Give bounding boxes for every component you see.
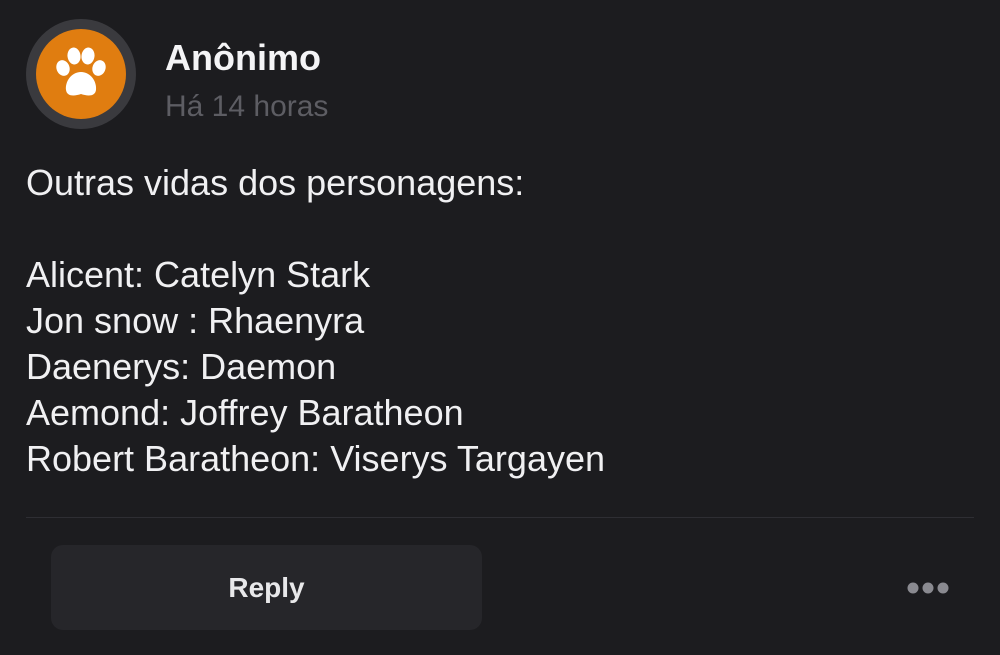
divider [26, 517, 974, 518]
avatar[interactable] [26, 19, 136, 129]
post-timestamp: Há 14 horas [165, 90, 329, 123]
post-line: Robert Baratheon: Viserys Targayen [26, 438, 606, 479]
reply-button-label: Reply [228, 571, 305, 603]
author-name[interactable]: Anônimo [165, 37, 321, 79]
post-line: Alicent: Catelyn Stark [26, 254, 371, 295]
reply-button[interactable]: Reply [51, 545, 482, 630]
post-intro: Outras vidas dos personagens: [26, 162, 525, 203]
post-line: Aemond: Joffrey Baratheon [26, 392, 464, 433]
post-line: Daenerys: Daemon [26, 346, 337, 387]
post-line: Jon snow : Rhaenyra [26, 300, 365, 341]
paw-icon [56, 47, 106, 96]
more-dots-icon [907, 582, 949, 594]
more-options-button[interactable] [900, 570, 956, 606]
avatar-circle [36, 29, 126, 119]
post-body: Outras vidas dos personagens: Alicent: C… [26, 160, 966, 482]
